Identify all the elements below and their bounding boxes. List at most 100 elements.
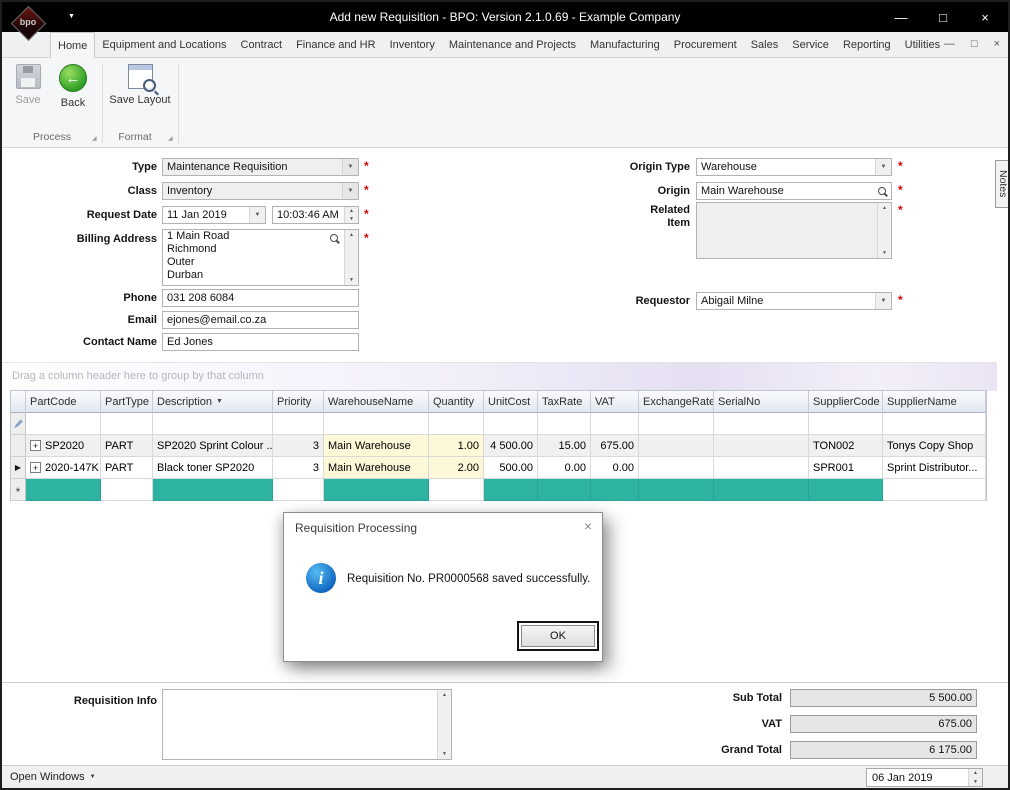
- new-cell-warehousename[interactable]: [324, 479, 429, 501]
- tab-inventory[interactable]: Inventory: [383, 32, 442, 57]
- save-layout-button[interactable]: Save Layout: [106, 64, 174, 106]
- phone-field[interactable]: 031 208 6084: [162, 289, 359, 307]
- origin-type-dropdown[interactable]: Warehouse ▼: [696, 158, 892, 176]
- dialog-close-icon[interactable]: ×: [584, 518, 592, 534]
- cell-partcode[interactable]: + SP2020: [26, 435, 101, 457]
- back-button[interactable]: ← Back: [52, 64, 94, 109]
- cell-quantity[interactable]: 1.00: [429, 435, 484, 457]
- cell-priority[interactable]: 3: [273, 435, 324, 457]
- col-header-partcode[interactable]: PartCode: [26, 391, 101, 413]
- col-header-taxrate[interactable]: TaxRate: [538, 391, 591, 413]
- group-by-band[interactable]: Drag a column header here to group by th…: [2, 362, 997, 391]
- cell-suppliername[interactable]: Tonys Copy Shop: [883, 435, 986, 457]
- requestor-dropdown[interactable]: Abigail Milne ▼: [696, 292, 892, 310]
- type-dropdown[interactable]: Maintenance Requisition ▼: [162, 158, 359, 176]
- cell-vat[interactable]: 675.00: [591, 435, 639, 457]
- cell-serialno[interactable]: [714, 435, 809, 457]
- filter-cell[interactable]: [153, 413, 273, 435]
- class-dropdown[interactable]: Inventory ▼: [162, 182, 359, 200]
- tab-service[interactable]: Service: [785, 32, 836, 57]
- tab-equipment-and-locations[interactable]: Equipment and Locations: [95, 32, 233, 57]
- scroll-up-icon[interactable]: ▲: [882, 203, 887, 213]
- child-minimize-icon[interactable]: —: [944, 38, 955, 50]
- tab-manufacturing[interactable]: Manufacturing: [583, 32, 667, 57]
- cell-exchangerate[interactable]: [639, 457, 714, 479]
- new-cell-suppliercode[interactable]: [809, 479, 883, 501]
- filter-cell[interactable]: [429, 413, 484, 435]
- status-date-spinner[interactable]: 06 Jan 2019 ▲ ▼: [866, 768, 983, 787]
- cell-parttype[interactable]: PART: [101, 435, 153, 457]
- cell-partcode[interactable]: + 2020-147K: [26, 457, 101, 479]
- cell-warehousename[interactable]: Main Warehouse: [324, 457, 429, 479]
- cell-suppliercode[interactable]: TON002: [809, 435, 883, 457]
- col-header-priority[interactable]: Priority: [273, 391, 324, 413]
- new-cell-suppliername[interactable]: [883, 479, 986, 501]
- filter-cell[interactable]: [714, 413, 809, 435]
- new-cell-serialno[interactable]: [714, 479, 809, 501]
- col-header-suppliercode[interactable]: SupplierCode: [809, 391, 883, 413]
- origin-lookup-field[interactable]: Main Warehouse: [696, 182, 892, 200]
- child-restore-icon[interactable]: □: [971, 38, 978, 50]
- tab-finance-and-hr[interactable]: Finance and HR: [289, 32, 383, 57]
- chevron-down-icon[interactable]: ▼: [342, 159, 358, 175]
- filter-cell[interactable]: [883, 413, 986, 435]
- filter-cell[interactable]: [324, 413, 429, 435]
- search-icon[interactable]: [330, 234, 338, 242]
- expand-row-icon[interactable]: +: [30, 440, 41, 451]
- new-cell-priority[interactable]: [273, 479, 324, 501]
- cell-suppliername[interactable]: Sprint Distributor...: [883, 457, 986, 479]
- window-minimize-button[interactable]: —: [880, 2, 922, 32]
- scroll-down-icon[interactable]: ▼: [349, 275, 354, 285]
- new-cell-exchangerate[interactable]: [639, 479, 714, 501]
- col-header-parttype[interactable]: PartType: [101, 391, 153, 413]
- col-header-vat[interactable]: VAT: [591, 391, 639, 413]
- filter-cell[interactable]: [273, 413, 324, 435]
- cell-taxrate[interactable]: 15.00: [538, 435, 591, 457]
- chevron-down-icon[interactable]: ▼: [249, 207, 265, 223]
- cell-quantity[interactable]: 2.00: [429, 457, 484, 479]
- contact-name-field[interactable]: Ed Jones: [162, 333, 359, 351]
- cell-priority[interactable]: 3: [273, 457, 324, 479]
- window-maximize-button[interactable]: □: [922, 2, 964, 32]
- request-date-dropdown[interactable]: 11 Jan 2019 ▼: [162, 206, 266, 224]
- spin-up-icon[interactable]: ▲: [345, 207, 358, 215]
- col-header-warehousename[interactable]: WarehouseName: [324, 391, 429, 413]
- billing-address-scrollbar[interactable]: ▲ ▼: [344, 230, 358, 285]
- spin-down-icon[interactable]: ▼: [345, 215, 358, 223]
- scroll-down-icon[interactable]: ▼: [882, 248, 887, 258]
- notes-side-tab[interactable]: Notes: [995, 160, 1010, 208]
- chevron-down-icon[interactable]: ▼: [875, 159, 891, 175]
- child-close-icon[interactable]: ×: [994, 38, 1000, 50]
- filter-cell[interactable]: [591, 413, 639, 435]
- related-item-field[interactable]: ▲ ▼: [696, 202, 892, 259]
- new-cell-vat[interactable]: [591, 479, 639, 501]
- col-header-quantity[interactable]: Quantity: [429, 391, 484, 413]
- window-close-button[interactable]: ×: [964, 2, 1006, 32]
- scroll-up-icon[interactable]: ▲: [442, 690, 447, 700]
- spin-down-icon[interactable]: ▼: [969, 778, 982, 787]
- filter-cell[interactable]: [809, 413, 883, 435]
- tab-contract[interactable]: Contract: [234, 32, 290, 57]
- current-row-indicator[interactable]: ▶: [11, 457, 26, 479]
- filter-cell[interactable]: [538, 413, 591, 435]
- cell-taxrate[interactable]: 0.00: [538, 457, 591, 479]
- email-field[interactable]: ejones@email.co.za: [162, 311, 359, 329]
- search-icon[interactable]: [878, 187, 886, 195]
- filter-cell[interactable]: [484, 413, 538, 435]
- new-cell-taxrate[interactable]: [538, 479, 591, 501]
- col-header-description[interactable]: Description▼: [153, 391, 273, 413]
- cell-description[interactable]: Black toner SP2020: [153, 457, 273, 479]
- chevron-down-icon[interactable]: ▼: [342, 183, 358, 199]
- new-cell-partcode[interactable]: [26, 479, 101, 501]
- tab-sales[interactable]: Sales: [744, 32, 786, 57]
- tab-reporting[interactable]: Reporting: [836, 32, 898, 57]
- billing-address-field[interactable]: 1 Main Road Richmond Outer Durban ▲ ▼: [162, 229, 359, 286]
- col-header-exchangerate[interactable]: ExchangeRate: [639, 391, 714, 413]
- cell-serialno[interactable]: [714, 457, 809, 479]
- cell-unitcost[interactable]: 4 500.00: [484, 435, 538, 457]
- requisition-info-field[interactable]: ▲ ▼: [162, 689, 452, 760]
- format-group-launcher-icon[interactable]: ◢: [168, 135, 173, 142]
- cell-unitcost[interactable]: 500.00: [484, 457, 538, 479]
- tab-maintenance-and-projects[interactable]: Maintenance and Projects: [442, 32, 583, 57]
- tab-home[interactable]: Home: [50, 32, 95, 58]
